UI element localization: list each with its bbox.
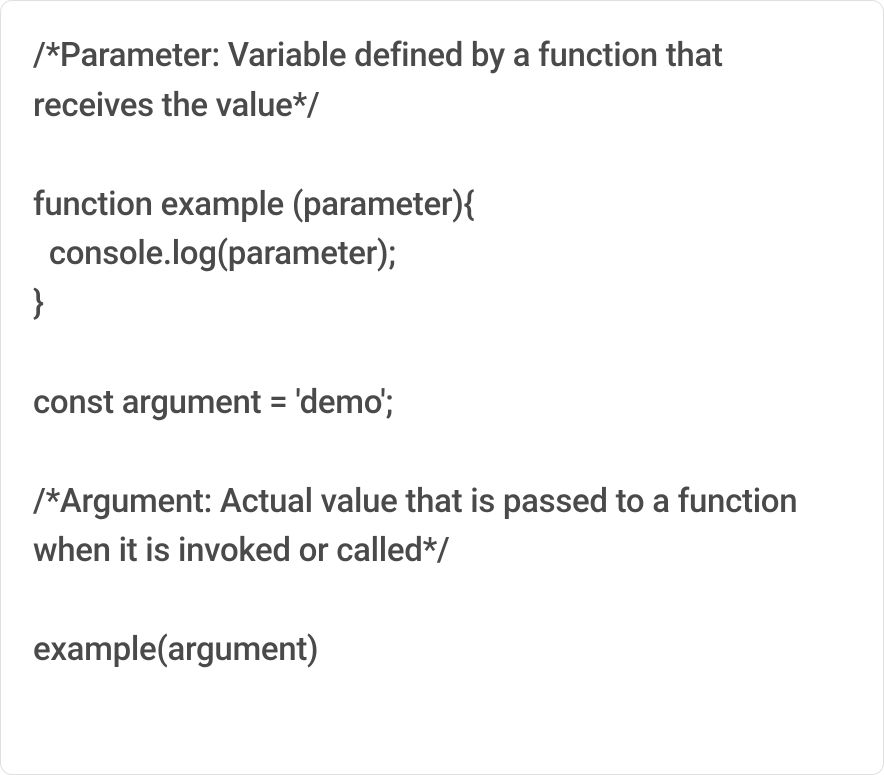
code-line-comment-argument: /*Argument: Actual value that is passed … — [33, 482, 805, 571]
code-line-console-log: console.log(parameter); — [33, 234, 396, 273]
code-line-call: example(argument) — [33, 630, 318, 669]
code-line-close-brace: } — [33, 284, 44, 323]
code-snippet: /*Parameter: Variable defined by a funct… — [33, 31, 851, 675]
code-line-comment-parameter: /*Parameter: Variable defined by a funct… — [33, 36, 731, 125]
code-line-const-argument: const argument = 'demo'; — [33, 383, 393, 422]
code-line-function-decl: function example (parameter){ — [33, 185, 474, 224]
